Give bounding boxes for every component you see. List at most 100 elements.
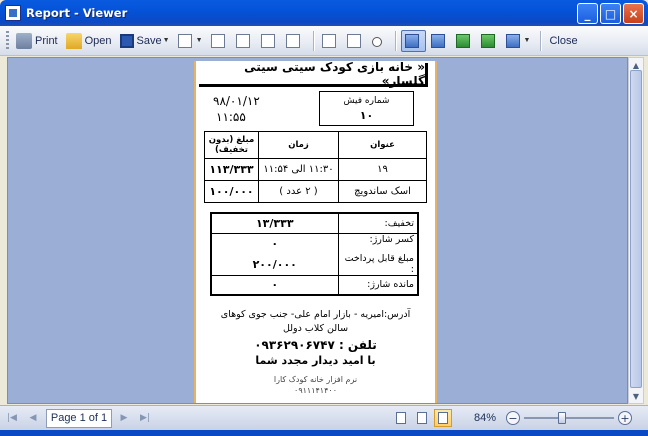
find-button[interactable] (369, 30, 388, 52)
table-cell: ۱۱۳/۳۳۳ (204, 158, 259, 181)
page-setup-button[interactable] (283, 30, 306, 52)
table-cell: ۱۱:۳۰ الی ۱۱:۵۴ (258, 158, 339, 181)
full-screen-button[interactable] (319, 30, 342, 52)
edit-button[interactable] (258, 30, 281, 52)
multiple-pages-button[interactable] (453, 30, 476, 52)
zoom-out-button[interactable]: − (506, 411, 520, 425)
table-cell: ۱۹ (338, 158, 427, 181)
zoom-slider-thumb[interactable] (558, 412, 566, 424)
chevron-down-icon: ▼ (162, 37, 170, 44)
multiple-pages-view-button[interactable] (434, 409, 452, 427)
report-viewer-icon (5, 5, 21, 21)
footer-line-4: با امید دیدار مجدد شما (255, 354, 376, 367)
status-bar: |◀ ◀ Page 1 of 1 ▶ ▶| 84% − + (0, 405, 648, 430)
receipt-header: « خانه بازی کودک سیتی سیتی گلسار» (199, 60, 428, 88)
table-cell: اسک ساندویچ (338, 180, 427, 203)
page-width-view-button[interactable] (413, 409, 431, 427)
print-button[interactable]: Print (13, 30, 61, 52)
zoom-slider-track (524, 417, 614, 419)
remaining-label: مانده شارژ: (337, 274, 419, 296)
charge-deduct-value: ۰ (271, 237, 279, 250)
page-indicator[interactable]: Page 1 of 1 (46, 408, 112, 428)
multiple-pages-icon (438, 412, 448, 424)
separator (540, 30, 542, 51)
page-view-menu-button[interactable]: ▼ (503, 30, 534, 52)
save-button[interactable]: Save ▼ (117, 30, 173, 52)
zoom-in-button[interactable]: + (618, 411, 632, 425)
continuous-button[interactable] (428, 30, 451, 52)
page-width-icon (417, 412, 427, 424)
charge-deduct-label: کسر شارژ: (369, 233, 415, 245)
column-header: زمان (258, 131, 339, 159)
chevron-down-icon: ▼ (523, 37, 531, 44)
zoom-slider[interactable] (524, 411, 614, 425)
open-button[interactable]: Open (63, 30, 115, 52)
first-page-icon: |◀ (7, 413, 17, 423)
toolbar: Print Open Save ▼ ▼ ▼ Close (0, 26, 648, 56)
parameters-icon (235, 33, 250, 48)
footer-software-phone: ۰۹۱۱۱۴۱۴۰۰ (294, 386, 337, 395)
page-setup-icon (285, 33, 300, 48)
first-page-button[interactable]: |◀ (3, 409, 21, 427)
page-view-icon (505, 33, 520, 48)
folder-open-icon (65, 32, 82, 49)
footer-phone: تلفن : ۰۹۳۶۲۹۰۶۷۴۷ (254, 338, 377, 352)
parameters-button[interactable] (233, 30, 256, 52)
table-row: مانده شارژ: ۰ (210, 274, 419, 296)
printer-icon (16, 32, 32, 49)
next-page-button[interactable]: ▶ (115, 409, 133, 427)
summary-table: تخفیف: ۱۳/۳۳۳ کسر شارژ: مبلغ قابل پرداخت… (210, 212, 419, 296)
scroll-down-icon[interactable]: ▼ (629, 389, 643, 403)
table-cell: ۱۰۰/۰۰۰ (204, 180, 259, 203)
thumbnails-button[interactable] (344, 30, 367, 52)
single-page-icon (396, 412, 406, 424)
bookmarks-button[interactable] (208, 30, 231, 52)
previous-page-icon: ◀ (29, 413, 37, 423)
charge-payable-values: ۰ ۲۰۰/۰۰۰ (210, 232, 339, 276)
discount-value: ۱۳/۳۳۳ (210, 212, 339, 234)
full-screen-icon (321, 33, 336, 48)
close-button[interactable]: Close (546, 30, 580, 52)
receipt-number-label: شماره فیش (343, 96, 390, 106)
receipt-number-value: ۱۰ (359, 109, 374, 122)
last-page-icon: ▶| (140, 413, 150, 423)
last-page-button[interactable]: ▶| (136, 409, 154, 427)
bookmark-icon (210, 33, 225, 48)
binoculars-icon (371, 36, 382, 47)
maximize-button[interactable]: □ (600, 3, 621, 24)
footer-address: آدرس:امیریه - بازار امام علی- جنب جوی کو… (220, 309, 411, 320)
floppy-disk-icon (119, 33, 134, 48)
column-header: عنوان (338, 131, 427, 159)
edit-icon (260, 33, 275, 48)
send-button[interactable]: ▼ (175, 30, 206, 52)
footer-software: نرم افزار خانه کودک کارا (273, 375, 358, 384)
payable-label: مبلغ قابل پرداخت : (344, 252, 414, 275)
previous-page-button[interactable]: ◀ (24, 409, 42, 427)
receipt-date: ۹۸/۰۱/۱۲ (213, 94, 260, 108)
toolbar-grip[interactable] (6, 30, 9, 51)
continuous-page-icon (430, 33, 445, 48)
close-label: Close (549, 34, 578, 47)
close-window-button[interactable]: × (623, 3, 644, 24)
minus-icon: − (508, 411, 518, 425)
scrollbar-thumb[interactable] (630, 70, 642, 388)
discount-label: تخفیف: (337, 212, 419, 234)
chevron-down-icon: ▼ (195, 37, 203, 44)
column-header: مبلغ (بدون تخفیف) (204, 131, 259, 159)
page-layout-button[interactable] (478, 30, 501, 52)
title-bar: Report - Viewer _ □ × (0, 0, 648, 26)
single-page-view-button[interactable] (392, 409, 410, 427)
vertical-scrollbar[interactable]: ▲ ▼ (628, 57, 644, 404)
report-viewer-area[interactable]: « خانه بازی کودک سیتی سیتی گلسار» ۹۸/۰۱/… (7, 57, 628, 404)
receipt-number-box: شماره فیش ۱۰ (319, 91, 414, 126)
remaining-value: ۰ (210, 274, 339, 296)
single-page-button[interactable] (400, 29, 426, 52)
page-layout-icon (480, 33, 495, 48)
open-label: Open (84, 34, 112, 47)
print-label: Print (35, 34, 58, 47)
table-row: تخفیف: ۱۳/۳۳۳ (210, 212, 419, 234)
table-cell: ( ۲ عدد ) (258, 180, 339, 203)
plus-icon: + (620, 411, 630, 425)
minimize-button[interactable]: _ (577, 3, 598, 24)
table-row: کسر شارژ: مبلغ قابل پرداخت : ۰ ۲۰۰/۰۰۰ (210, 232, 419, 276)
